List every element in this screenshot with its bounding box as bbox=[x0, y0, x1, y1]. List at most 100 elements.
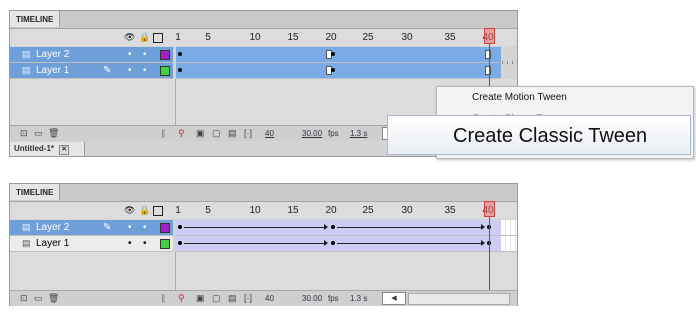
center-frame-icon[interactable]: ⚲ bbox=[178, 126, 185, 141]
tween-span-layer-2[interactable] bbox=[176, 220, 501, 236]
tween-arrow-head bbox=[324, 240, 328, 246]
lock-icon[interactable]: 🔒 bbox=[139, 206, 150, 215]
frame-number: 1 bbox=[175, 32, 181, 43]
tween-span-layer-1[interactable] bbox=[176, 236, 501, 252]
keyframe[interactable] bbox=[178, 68, 182, 72]
layer-icon: ▤ bbox=[22, 222, 31, 232]
frame-number: 15 bbox=[287, 32, 299, 43]
layer-row-layer-1[interactable]: ▤ Layer 1 ✎ • • bbox=[10, 63, 173, 79]
eye-icon[interactable]: 👁 bbox=[124, 33, 135, 42]
layer-name[interactable]: Layer 1 bbox=[36, 236, 69, 251]
playhead-handle[interactable] bbox=[484, 201, 495, 217]
onion-outline-icon[interactable]: ▢ bbox=[212, 126, 221, 141]
delete-layer-icon[interactable]: 🗑 bbox=[48, 126, 59, 141]
frame-span-layer-2[interactable] bbox=[176, 47, 501, 63]
keyframe[interactable] bbox=[485, 50, 491, 59]
current-frame[interactable]: 40 bbox=[265, 291, 274, 306]
timeline-header: 👁 🔒 1 5 10 15 20 25 30 35 40 bbox=[10, 202, 517, 237]
layer-row-layer-2[interactable]: ▤ Layer 2 • • bbox=[10, 47, 173, 63]
scroll-icon[interactable]: ∥ bbox=[161, 291, 166, 306]
lock-toggle[interactable]: • bbox=[143, 220, 147, 235]
visibility-toggle[interactable]: • bbox=[128, 220, 132, 235]
timeline-tab[interactable]: TIMELINE bbox=[10, 184, 61, 200]
keyframe[interactable] bbox=[178, 241, 182, 245]
menu-item-create-motion-tween[interactable]: Create Motion Tween bbox=[472, 92, 567, 103]
timeline-status-bar: ⊡ ▭ 🗑 ∥ ⚲ ▣ ▢ ▤ [·] 40 30.00 fps 1.3 s ◀ bbox=[10, 290, 517, 306]
empty-frames[interactable] bbox=[501, 236, 517, 252]
layer-color-swatch[interactable] bbox=[160, 50, 170, 60]
delete-layer-icon[interactable]: 🗑 bbox=[48, 291, 59, 306]
layer-color-swatch[interactable] bbox=[160, 66, 170, 76]
keyframe[interactable] bbox=[331, 52, 335, 56]
frame-number: 25 bbox=[362, 205, 374, 216]
frame-number: 30 bbox=[401, 205, 413, 216]
tween-arrow-line bbox=[337, 243, 483, 244]
fps-label: fps bbox=[328, 294, 339, 303]
scroll-left-button[interactable]: ◀ bbox=[382, 292, 406, 305]
new-folder-icon[interactable]: ▭ bbox=[34, 126, 43, 141]
close-icon[interactable]: ✕ bbox=[59, 145, 70, 155]
layer-name[interactable]: Layer 2 bbox=[36, 220, 69, 235]
playhead-handle[interactable] bbox=[484, 28, 495, 44]
context-menu: Create Motion Tween Create Shape Tween C… bbox=[387, 86, 694, 159]
edit-multiple-icon[interactable]: ▤ bbox=[228, 126, 237, 141]
frame-span-layer-1[interactable] bbox=[176, 63, 501, 79]
outline-icon[interactable] bbox=[153, 206, 163, 216]
visibility-toggle[interactable]: • bbox=[128, 47, 132, 62]
new-layer-icon[interactable]: ⊡ bbox=[20, 291, 28, 306]
frame-number: 1 bbox=[175, 205, 181, 216]
frame-number: 10 bbox=[249, 205, 261, 216]
onion-markers-icon[interactable]: [·] bbox=[244, 291, 252, 306]
layer-name[interactable]: Layer 1 bbox=[36, 63, 69, 78]
current-frame[interactable]: 40 bbox=[265, 126, 274, 141]
layer-icon: ▤ bbox=[22, 65, 31, 75]
document-tab[interactable]: Untitled-1* ✕ bbox=[10, 142, 85, 156]
frame-number: 5 bbox=[205, 32, 211, 43]
new-folder-icon[interactable]: ▭ bbox=[34, 291, 43, 306]
timeline-header: 👁 🔒 1 5 10 15 20 25 30 35 40 bbox=[10, 29, 517, 64]
layer-row-layer-2[interactable]: ▤ Layer 2 ✎ • • bbox=[10, 220, 173, 236]
horizontal-scrollbar[interactable] bbox=[408, 293, 510, 305]
new-layer-icon[interactable]: ⊡ bbox=[20, 126, 28, 141]
playhead[interactable] bbox=[489, 217, 490, 291]
timeline-tab[interactable]: TIMELINE bbox=[10, 11, 61, 27]
frame-rate[interactable]: 30.00 bbox=[302, 291, 322, 306]
scroll-icon[interactable]: ∥ bbox=[161, 126, 166, 141]
onion-markers-icon[interactable]: [·] bbox=[244, 126, 252, 141]
frame-number: 35 bbox=[444, 32, 456, 43]
menu-item-create-classic-tween[interactable]: Create Classic Tween bbox=[387, 115, 691, 155]
lock-toggle[interactable]: • bbox=[143, 236, 147, 251]
panel-tab-strip: TIMELINE bbox=[10, 184, 517, 202]
layer-color-swatch[interactable] bbox=[160, 223, 170, 233]
outline-icon[interactable] bbox=[153, 33, 163, 43]
eye-icon[interactable]: 👁 bbox=[124, 206, 135, 215]
tween-arrow-line bbox=[184, 227, 326, 228]
empty-frames[interactable] bbox=[501, 220, 517, 236]
pencil-icon: ✎ bbox=[103, 222, 112, 233]
visibility-toggle[interactable]: • bbox=[128, 236, 132, 251]
frame-number: 5 bbox=[205, 205, 211, 216]
onion-skin-icon[interactable]: ▣ bbox=[196, 126, 205, 141]
onion-skin-icon[interactable]: ▣ bbox=[196, 291, 205, 306]
layer-name[interactable]: Layer 2 bbox=[36, 47, 69, 62]
keyframe[interactable] bbox=[485, 66, 491, 75]
lock-toggle[interactable]: • bbox=[143, 63, 147, 78]
tween-arrow-line bbox=[337, 227, 483, 228]
lock-icon[interactable]: 🔒 bbox=[139, 33, 150, 42]
pencil-icon: ✎ bbox=[103, 65, 112, 76]
edit-multiple-icon[interactable]: ▤ bbox=[228, 291, 237, 306]
keyframe[interactable] bbox=[331, 68, 335, 72]
frame-rate[interactable]: 30.00 bbox=[302, 126, 322, 141]
visibility-toggle[interactable]: • bbox=[128, 63, 132, 78]
onion-outline-icon[interactable]: ▢ bbox=[212, 291, 221, 306]
keyframe[interactable] bbox=[331, 241, 335, 245]
keyframe[interactable] bbox=[178, 52, 182, 56]
keyframe[interactable] bbox=[331, 225, 335, 229]
layer-color-swatch[interactable] bbox=[160, 239, 170, 249]
keyframe[interactable] bbox=[178, 225, 182, 229]
layer-row-layer-1[interactable]: ▤ Layer 1 • • bbox=[10, 236, 173, 252]
lock-toggle[interactable]: • bbox=[143, 47, 147, 62]
fps-label: fps bbox=[328, 129, 339, 138]
center-frame-icon[interactable]: ⚲ bbox=[178, 291, 185, 306]
elapsed-time: 1.3 s bbox=[350, 129, 368, 138]
